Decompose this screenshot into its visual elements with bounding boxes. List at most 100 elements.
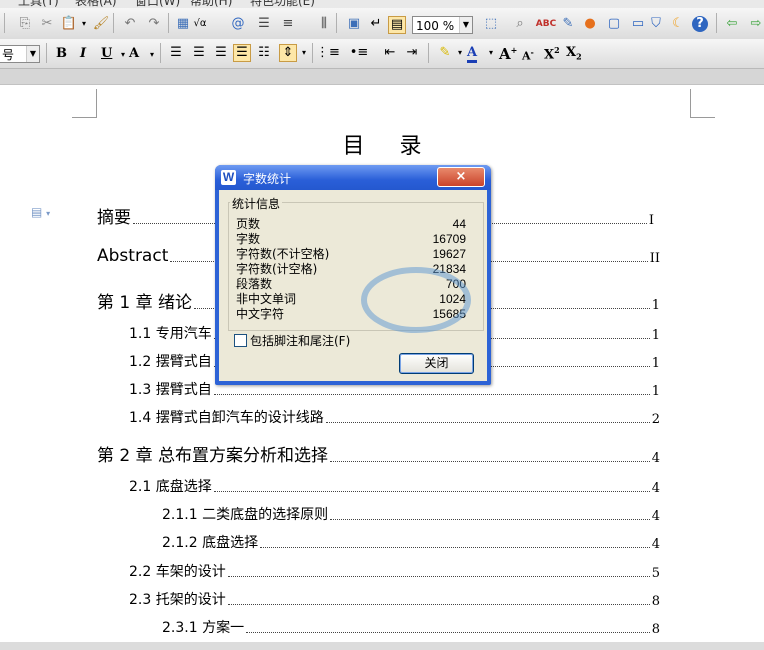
dialog-body: 统计信息 页数 44 字数 16709 字符数(不计空格) 19627 字符数(计空格… xyxy=(219,190,487,381)
chevron-down-icon[interactable]: ▼ xyxy=(459,17,472,33)
toc-entry-text: 摘要 xyxy=(97,203,133,228)
zoom-select[interactable]: 100 % ▼ xyxy=(412,16,473,34)
toc-entry[interactable]: 1.4 摆臂式自卸汽车的设计线路 2 xyxy=(129,407,660,427)
stat-label: 非中文单词 xyxy=(236,292,297,306)
menu-bar: 工具(T) 表格(A) 窗口(W) 帮助(H) 特色功能(E) xyxy=(0,0,764,8)
cut-icon[interactable]: ✂ xyxy=(39,16,55,32)
subscript-icon[interactable]: X2 xyxy=(566,45,582,62)
select-object-icon[interactable]: ⬚ xyxy=(483,16,499,32)
chevron-down-icon[interactable]: ▾ xyxy=(296,45,312,61)
shrink-font-icon[interactable]: A- xyxy=(522,47,534,63)
stat-value: 44 xyxy=(452,217,466,231)
toc-entry[interactable]: 第 2 章 总布置方案分析和选择 4 xyxy=(97,441,660,466)
align-right-icon[interactable]: ☰ xyxy=(213,45,229,61)
menu-tools[interactable]: 工具(T) xyxy=(18,0,59,8)
show-marks-icon[interactable]: ↵ xyxy=(368,16,384,32)
superscript-icon[interactable]: X2 xyxy=(544,45,560,62)
back-arrow-icon[interactable]: ⇦ xyxy=(724,16,740,32)
justify-icon[interactable]: ☰ xyxy=(233,44,251,62)
toc-entry[interactable]: 2.3.1 方案一 8 xyxy=(162,617,660,637)
toc-page-number: 5 xyxy=(651,566,660,581)
separator xyxy=(4,13,5,33)
toc-page-number: 1 xyxy=(651,328,660,343)
toc-entry-text: 第 1 章 绪论 xyxy=(97,288,195,313)
paste-dropdown-icon[interactable]: ▾ xyxy=(76,16,92,32)
stat-label: 段落数 xyxy=(236,277,273,291)
bold-icon[interactable]: B xyxy=(56,46,67,61)
toc-entry[interactable]: 2.3 托架的设计 8 xyxy=(129,589,660,609)
numbered-list-icon[interactable]: ⋮≡ xyxy=(316,45,340,61)
spell-check-icon[interactable]: ABC xyxy=(536,16,556,32)
separator xyxy=(160,43,161,63)
hyperlink-icon[interactable]: @ xyxy=(230,16,246,32)
standard-toolbar: ⎘ ✂ 📋 ▾ 🖌 ↶ ↷ ▦ √α @ ☰ ≡ ⫼ ▣ ↵ ▤ 100 % ▼… xyxy=(0,8,764,40)
toc-page-number: I xyxy=(648,213,654,228)
forward-arrow-icon[interactable]: ⇨ xyxy=(748,16,764,32)
bullet-list-icon[interactable]: •≡ xyxy=(350,45,369,61)
online-template-icon[interactable]: ● xyxy=(582,16,598,32)
distribute-icon[interactable]: ☷ xyxy=(256,45,272,61)
toc-page-number: 1 xyxy=(651,384,660,399)
chevron-down-icon[interactable]: ▾ xyxy=(483,45,499,61)
chevron-down-icon[interactable]: ▾ xyxy=(452,45,468,61)
toc-entry[interactable]: 2.1.1 二类底盘的选择原则 4 xyxy=(162,504,660,524)
paragraph-handle-icon[interactable]: ▤ ▾ xyxy=(31,205,50,219)
include-footnotes-checkbox[interactable] xyxy=(234,334,247,347)
menu-help[interactable]: 帮助(H) xyxy=(190,0,232,8)
format-painter-icon[interactable]: 🖌 xyxy=(93,16,110,32)
highlight-icon[interactable]: ✎ xyxy=(437,45,453,61)
undo-icon[interactable]: ↶ xyxy=(122,16,138,32)
find-icon[interactable]: ⌕ xyxy=(512,16,528,32)
align-center-icon[interactable]: ☰ xyxy=(191,45,207,61)
list-icon[interactable]: ≡ xyxy=(280,16,296,32)
stat-label: 中文字符 xyxy=(236,307,285,321)
word-count-dialog: W 字数统计 × 统计信息 页数 44 字数 16709 字符数(不计空格) 1962… xyxy=(215,165,491,385)
dialog-titlebar[interactable]: W 字数统计 × xyxy=(215,165,491,190)
leader-dots xyxy=(246,632,650,633)
leader-dots xyxy=(325,422,650,423)
grow-font-icon[interactable]: A+ xyxy=(499,45,517,63)
redo-icon[interactable]: ↷ xyxy=(146,16,162,32)
separator xyxy=(716,13,717,33)
font-color-icon[interactable]: A xyxy=(467,45,478,63)
align-left-icon[interactable]: ☰ xyxy=(168,45,184,61)
increase-indent-icon[interactable]: ⇥ xyxy=(404,45,420,61)
document-icon[interactable]: ▢ xyxy=(606,16,622,32)
toc-entry[interactable]: 2.1.2 底盘选择 4 xyxy=(162,532,660,552)
table-icon[interactable]: ▦ xyxy=(175,16,191,32)
font-size-select[interactable]: 号 ▼ xyxy=(0,45,40,63)
char-shading-icon[interactable]: A xyxy=(129,46,139,61)
italic-icon[interactable]: I xyxy=(80,46,86,61)
chevron-down-icon[interactable]: ▾ xyxy=(144,47,160,63)
close-button[interactable]: × xyxy=(437,167,485,187)
stat-value: 21834 xyxy=(432,262,466,276)
underline-icon[interactable]: U xyxy=(101,46,112,61)
toc-entry[interactable]: 2.1 底盘选择 4 xyxy=(129,476,660,496)
translate-icon[interactable]: ✎ xyxy=(560,16,576,32)
menu-features[interactable]: 特色功能(E) xyxy=(250,0,315,8)
wps-logo-icon: W xyxy=(221,170,236,185)
shield-icon[interactable]: ⛉ xyxy=(648,16,664,32)
formula-icon[interactable]: √α xyxy=(192,16,208,32)
moon-icon[interactable]: ☾ xyxy=(670,16,686,32)
separator xyxy=(312,43,313,63)
paste-icon[interactable]: 📋 xyxy=(61,16,77,32)
include-footnotes-label[interactable]: 包括脚注和尾注(F) xyxy=(250,332,350,349)
line-spacing-icon[interactable]: ⇕ xyxy=(279,44,297,62)
chart-icon[interactable]: ⫼ xyxy=(316,16,332,32)
stat-value: 19627 xyxy=(432,247,466,261)
page-view-icon[interactable]: ▤ xyxy=(388,16,406,34)
close-dialog-button[interactable]: 关闭 xyxy=(399,353,474,374)
template-icon[interactable]: ▭ xyxy=(630,16,646,32)
menu-table[interactable]: 表格(A) xyxy=(75,0,117,8)
columns-icon[interactable]: ☰ xyxy=(256,16,272,32)
picture-icon[interactable]: ▣ xyxy=(346,16,362,32)
toc-entry[interactable]: 2.2 车架的设计 5 xyxy=(129,561,660,581)
help-icon[interactable]: ? xyxy=(692,16,708,32)
chevron-down-icon[interactable]: ▼ xyxy=(26,46,39,62)
decrease-indent-icon[interactable]: ⇤ xyxy=(382,45,398,61)
copy-icon[interactable]: ⎘ xyxy=(17,16,33,32)
dialog-title: 字数统计 xyxy=(243,172,292,186)
menu-window[interactable]: 窗口(W) xyxy=(135,0,180,8)
font-size-value: 号 xyxy=(2,48,15,62)
